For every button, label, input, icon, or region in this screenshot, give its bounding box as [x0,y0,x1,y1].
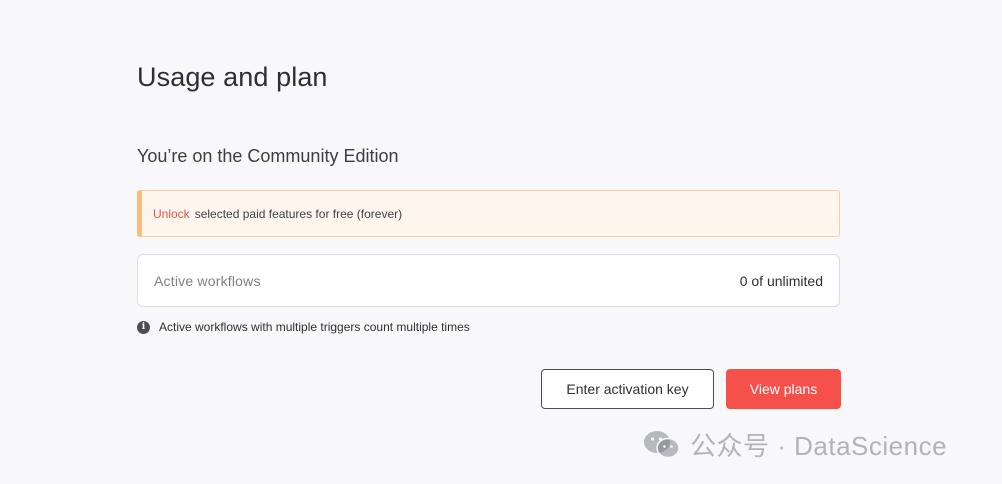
unlock-banner: Unlock selected paid features for free (… [137,190,840,237]
active-workflows-value: 0 of unlimited [739,272,823,289]
page-title: Usage and plan [137,62,328,92]
edition-title: You’re on the Community Edition [137,146,399,166]
unlock-link[interactable]: Unlock [153,207,190,221]
view-plans-button[interactable]: View plans [726,369,841,409]
active-workflows-card: Active workflows 0 of unlimited [137,254,840,307]
info-note-text: Active workflows with multiple triggers … [159,320,470,334]
active-workflows-label: Active workflows [154,272,261,289]
banner-text: selected paid features for free (forever… [194,206,403,221]
info-note: i Active workflows with multiple trigger… [137,320,470,334]
info-icon: i [137,320,150,334]
wechat-icon [644,430,680,458]
enter-activation-key-button[interactable]: Enter activation key [541,369,714,409]
watermark-text: 公众号 · DataScience [690,431,948,461]
watermark: 公众号 · DataScience [642,426,947,463]
